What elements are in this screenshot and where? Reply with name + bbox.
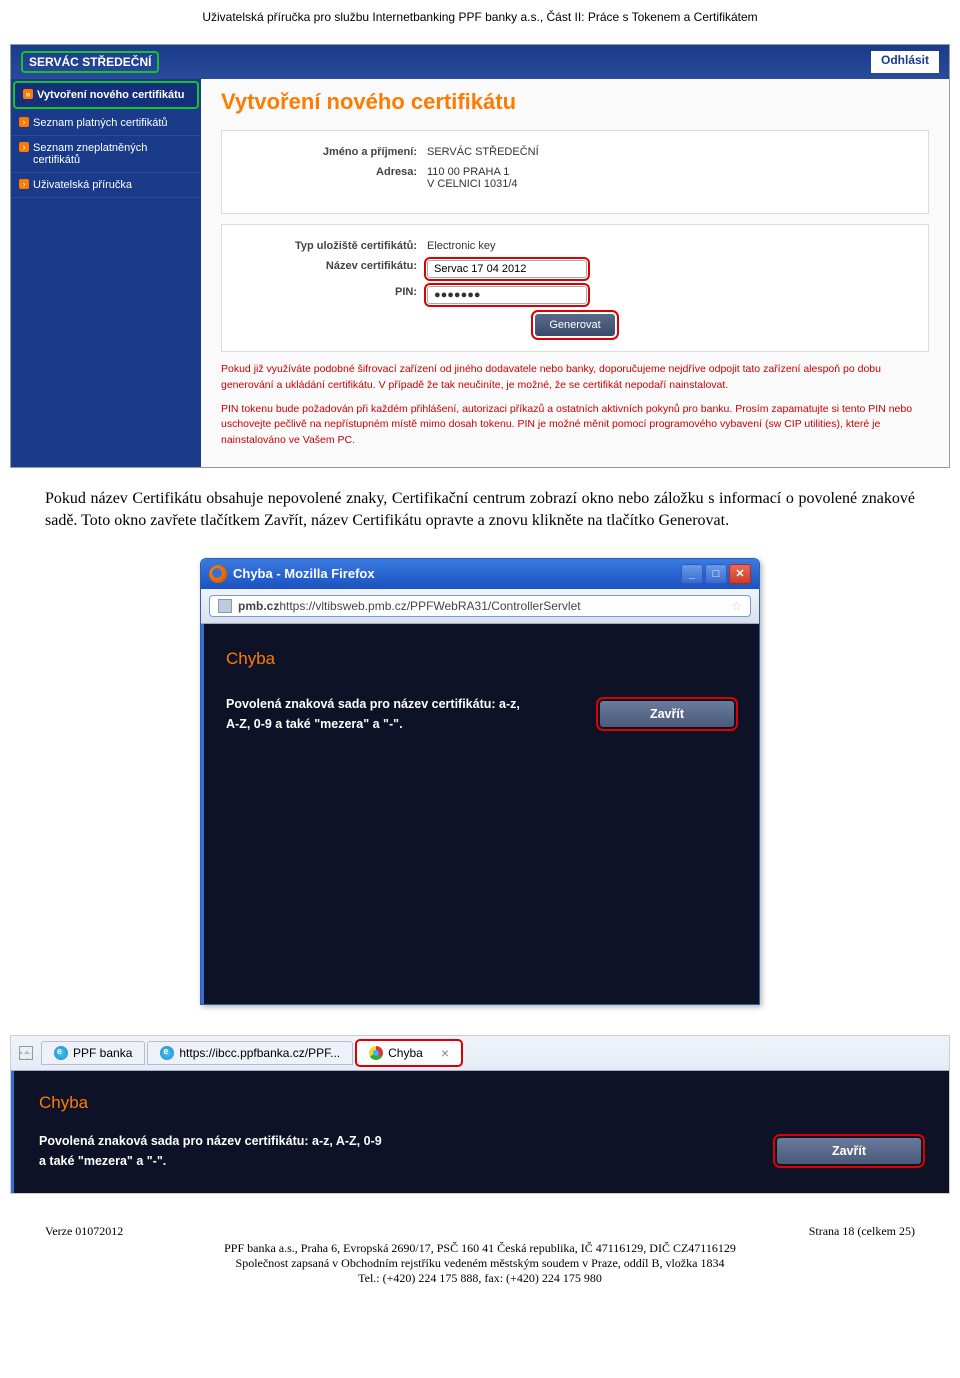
document-header: Uživatelská příručka pro službu Internet… <box>0 0 960 44</box>
maximize-button[interactable]: □ <box>705 564 727 584</box>
label-storage: Typ uložiště certifikátů: <box>237 240 427 252</box>
url-field[interactable]: pmb.cz https://vltibsweb.pmb.cz/PPFWebRA… <box>209 595 751 617</box>
warning-text: Pokud již využíváte podobné šifrovací za… <box>221 362 929 449</box>
firefox-icon <box>209 565 227 583</box>
firefox-dialog: Chyba - Mozilla Firefox _ □ ✕ pmb.cz htt… <box>200 558 760 1005</box>
error-message: Povolená znaková sada pro název certifik… <box>39 1131 757 1171</box>
tab-label: Chyba <box>388 1046 423 1060</box>
bookmark-star-icon[interactable]: ☆ <box>731 599 742 613</box>
value-storage: Electronic key <box>427 240 495 252</box>
label-address: Adresa: <box>237 166 427 190</box>
error-msg-line1: Povolená znaková sada pro název certifik… <box>226 694 580 714</box>
certname-input[interactable] <box>427 260 587 278</box>
quick-tabs-icon[interactable] <box>19 1046 33 1060</box>
tab-ppf-banka[interactable]: PPF banka <box>41 1041 145 1065</box>
sidebar-item-valid-certs[interactable]: Seznam platných certifikátů <box>11 111 201 136</box>
minimize-button[interactable]: _ <box>681 564 703 584</box>
page-title: Vytvoření nového certifikátu <box>221 89 929 115</box>
version-text: Verze 01072012 <box>45 1224 123 1239</box>
ie-block: PPF banka https://ibcc.ppfbanka.cz/PPF..… <box>10 1035 950 1194</box>
close-button[interactable]: Zavřít <box>600 701 734 727</box>
url-host: pmb.cz <box>238 599 279 613</box>
warning-p2: PIN tokenu bude požadován při každém při… <box>221 402 929 449</box>
label-certname: Název certifikátu: <box>237 260 427 278</box>
topbar: SERVÁC STŘEDEČNÍ Odhlásit <box>11 45 949 79</box>
ie-content: Chyba Povolená znaková sada pro název ce… <box>11 1071 949 1193</box>
page-number: Strana 18 (celkem 25) <box>809 1224 915 1239</box>
address-line2: V CELNICI 1031/4 <box>427 178 518 190</box>
user-name: SERVÁC STŘEDEČNÍ <box>21 51 159 73</box>
generate-button[interactable]: Generovat <box>535 314 614 336</box>
page-icon <box>218 599 232 613</box>
tab-close-icon[interactable]: × <box>441 1045 449 1061</box>
firefox-content: Chyba Povolená znaková sada pro název ce… <box>201 624 759 1004</box>
footer-line3: Tel.: (+420) 224 175 888, fax: (+420) 22… <box>45 1271 915 1286</box>
cert-form-block: Typ uložiště certifikátů: Electronic key… <box>221 224 929 352</box>
body-paragraph: Pokud název Certifikátu obsahuje nepovol… <box>0 488 960 558</box>
value-name: SERVÁC STŘEDEČNÍ <box>427 146 539 158</box>
tab-ibcc[interactable]: https://ibcc.ppfbanka.cz/PPF... <box>147 1041 353 1065</box>
sidebar: Vytvoření nového certifikátu Seznam plat… <box>11 79 201 467</box>
footer-line2: Společnost zapsaná v Obchodním rejstříku… <box>45 1256 915 1271</box>
firefox-title: Chyba - Mozilla Firefox <box>233 566 375 581</box>
error-msg-line2: a také "mezera" a "-". <box>39 1151 757 1171</box>
sidebar-item-create-cert[interactable]: Vytvoření nového certifikátu <box>13 81 199 109</box>
ie-icon <box>160 1046 174 1060</box>
footer-line1: PPF banka a.s., Praha 6, Evropská 2690/1… <box>45 1241 915 1256</box>
screenshot-ib-app: SERVÁC STŘEDEČNÍ Odhlásit Vytvoření nové… <box>10 44 950 468</box>
identity-block: Jméno a příjmení: SERVÁC STŘEDEČNÍ Adres… <box>221 130 929 214</box>
error-heading: Chyba <box>39 1093 921 1113</box>
value-address: 110 00 PRAHA 1 V CELNICI 1031/4 <box>427 166 518 190</box>
address-line1: 110 00 PRAHA 1 <box>427 166 518 178</box>
label-pin: PIN: <box>237 286 427 304</box>
sidebar-item-revoked-certs[interactable]: Seznam zneplatněných certifikátů <box>11 136 201 173</box>
main-content: Vytvoření nového certifikátu Jméno a pří… <box>201 79 949 467</box>
close-button[interactable]: Zavřít <box>777 1138 921 1164</box>
tab-label: PPF banka <box>73 1046 132 1060</box>
pin-input[interactable]: ●●●●●●● <box>427 286 587 304</box>
document-footer: Verze 01072012 Strana 18 (celkem 25) PPF… <box>0 1204 960 1301</box>
ie-tabs: PPF banka https://ibcc.ppfbanka.cz/PPF..… <box>11 1036 949 1071</box>
tab-chyba[interactable]: Chyba × <box>355 1039 463 1067</box>
warning-p1: Pokud již využíváte podobné šifrovací za… <box>221 362 929 394</box>
chrome-icon <box>369 1046 383 1060</box>
error-msg-line2: A-Z, 0-9 a také "mezera" a "-". <box>226 714 580 734</box>
window-close-button[interactable]: ✕ <box>729 564 751 584</box>
sidebar-item-user-guide[interactable]: Uživatelská příručka <box>11 173 201 198</box>
url-path: https://vltibsweb.pmb.cz/PPFWebRA31/Cont… <box>279 599 580 613</box>
logout-button[interactable]: Odhlásit <box>871 51 939 73</box>
ie-icon <box>54 1046 68 1060</box>
error-message: Povolená znaková sada pro název certifik… <box>226 694 580 734</box>
error-msg-line1: Povolená znaková sada pro název certifik… <box>39 1131 757 1151</box>
error-heading: Chyba <box>226 649 734 669</box>
firefox-titlebar: Chyba - Mozilla Firefox _ □ ✕ <box>201 559 759 589</box>
label-name: Jméno a příjmení: <box>237 146 427 158</box>
tab-label: https://ibcc.ppfbanka.cz/PPF... <box>179 1046 340 1060</box>
firefox-addressbar: pmb.cz https://vltibsweb.pmb.cz/PPFWebRA… <box>201 589 759 624</box>
